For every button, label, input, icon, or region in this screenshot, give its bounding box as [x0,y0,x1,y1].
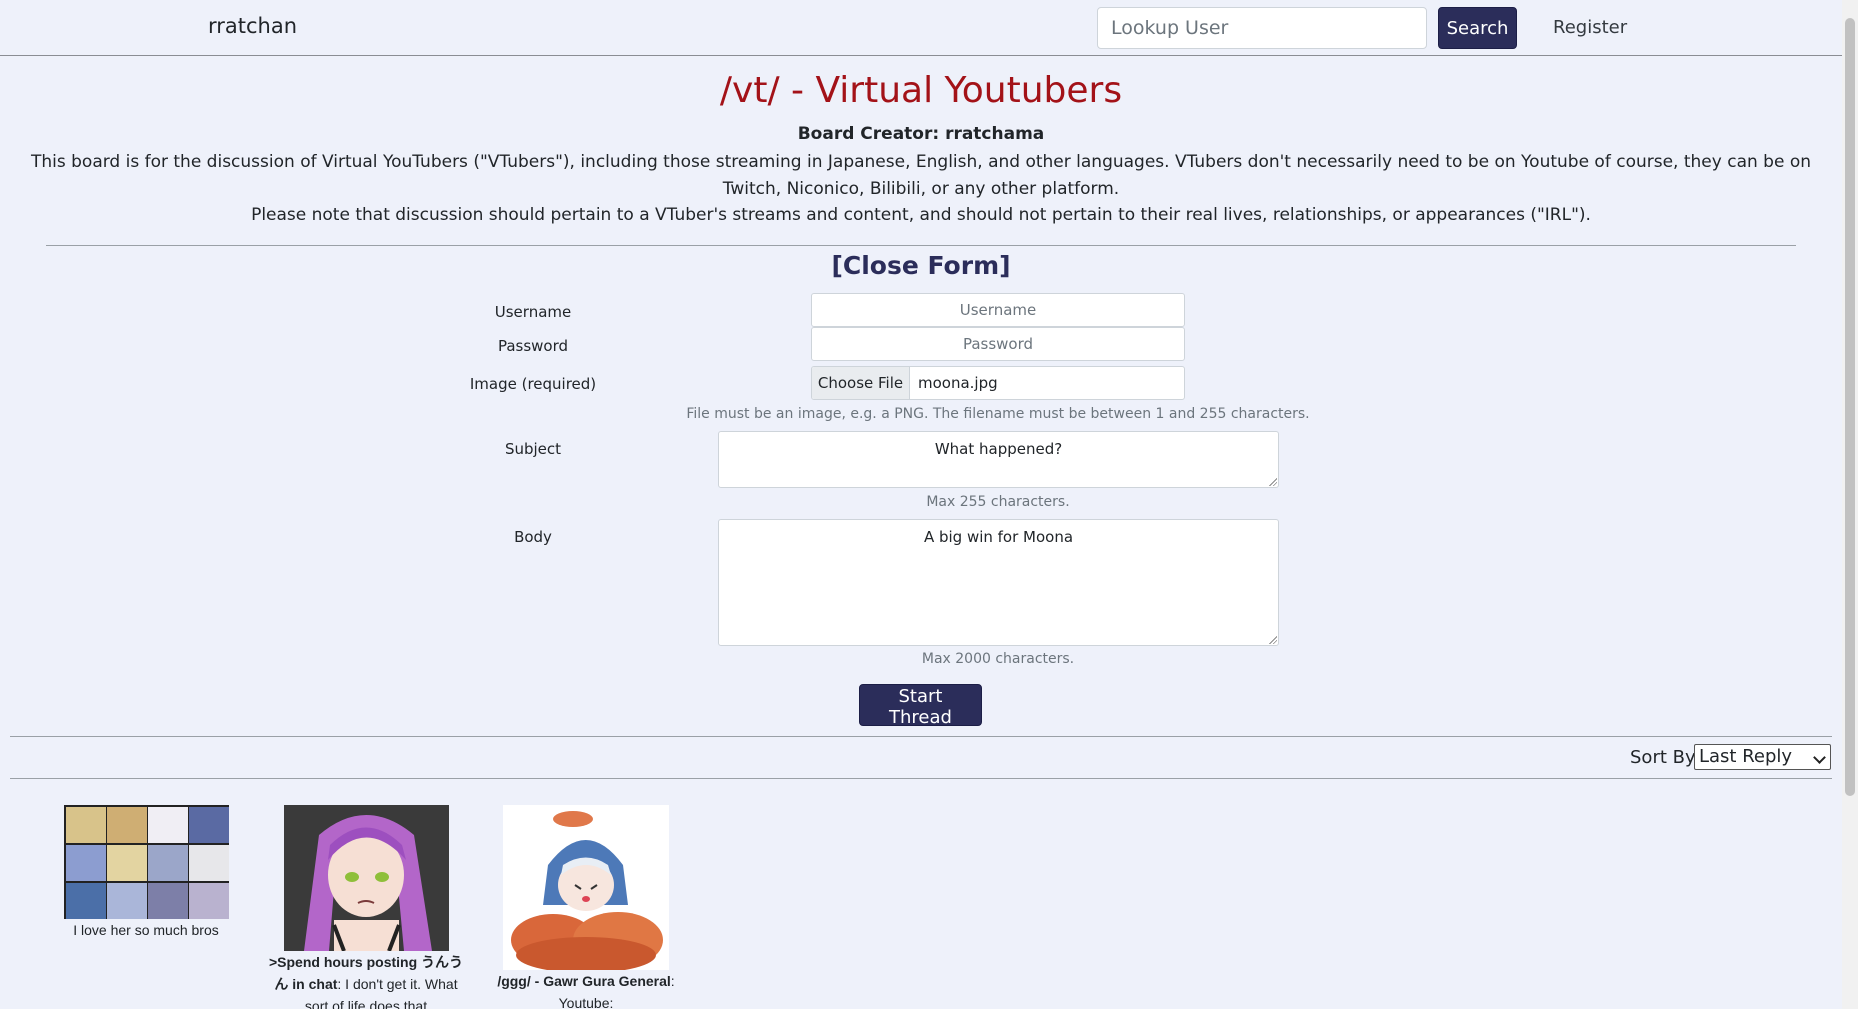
thread-subject: /ggg/ - Gawr Gura General [497,973,671,989]
anime-girl-purple-hair-image [283,805,449,951]
chevron-down-icon [1813,751,1826,764]
username-label: Username [494,303,572,321]
subject-label: Subject [504,440,562,458]
register-link[interactable]: Register [1553,17,1627,38]
thread-teaser: I love her so much bros [73,922,219,938]
resize-grip-icon[interactable] [1268,477,1277,486]
password-field[interactable] [811,327,1185,361]
thread-thumbnail[interactable] [503,805,669,970]
thread-thumbnail[interactable] [63,805,229,919]
thread-card[interactable]: I love her so much bros [46,805,246,941]
close-form-toggle[interactable]: [Close Form] [0,251,1842,280]
subject-value: What happened? [934,440,1063,458]
site-brand[interactable]: rratchan [208,14,297,38]
board-title: /vt/ - Virtual Youtubers [719,70,1123,111]
scrollbar-thumb[interactable] [1845,18,1855,796]
selected-file-name: moona.jpg [918,374,998,392]
vertical-scrollbar[interactable] [1842,0,1858,1009]
thread-teaser: /ggg/ - Gawr Gura General: Youtube: [486,970,686,1009]
thread-teaser: >Spend hours posting うんうん in chat: I don… [266,951,466,1009]
start-thread-button[interactable]: Start Thread [859,684,982,728]
top-navbar: rratchan Search Register [0,0,1842,56]
divider [10,778,1832,779]
image-label: Image (required) [469,375,597,393]
page: rratchan Search Register /vt/ - Virtual … [0,0,1858,1009]
subject-textarea[interactable]: What happened? [718,431,1279,488]
image-file-input[interactable]: Choose File moona.jpg [811,366,1185,400]
board-description: This board is for the discussion of Virt… [30,152,1811,199]
username-field[interactable] [811,293,1185,327]
thread-card[interactable]: /ggg/ - Gawr Gura General: Youtube: [486,805,686,1009]
choose-file-button[interactable]: Choose File [812,367,910,399]
board-creator: Board Creator: rratchama [797,124,1045,144]
divider [10,736,1832,737]
thread-card[interactable]: >Spend hours posting うんうん in chat: I don… [266,805,466,1009]
sort-selected-value: Last Reply [1699,746,1793,767]
password-label: Password [497,337,569,355]
sort-select[interactable]: Last Reply [1694,744,1831,770]
sort-label: Sort By: [1630,747,1701,768]
body-textarea[interactable]: A big win for Moona [718,519,1279,646]
body-help-text: Max 2000 characters. [921,651,1075,667]
subject-help-text: Max 255 characters. [926,494,1070,510]
body-value: A big win for Moona [923,528,1074,546]
search-button[interactable]: Search [1438,7,1517,49]
lookup-user-input[interactable] [1097,7,1427,49]
image-help-text: File must be an image, e.g. a PNG. The f… [686,406,1310,422]
resize-grip-icon[interactable] [1268,635,1277,644]
board-note: Please note that discussion should perta… [251,205,1591,225]
body-label: Body [514,528,552,546]
shark-girl-shrimp-image [503,805,669,970]
thread-thumbnail[interactable] [283,805,449,951]
divider [46,245,1796,246]
